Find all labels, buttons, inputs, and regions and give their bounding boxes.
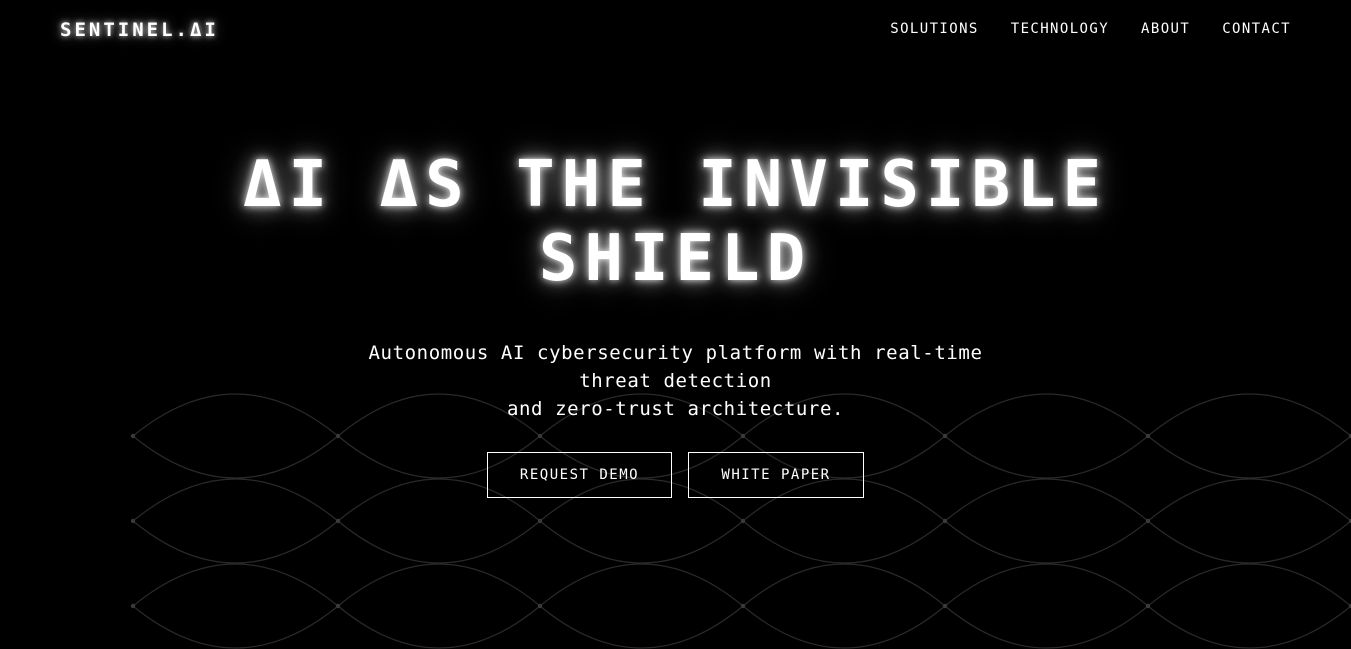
background-wave-pattern [130, 393, 1351, 649]
nav-link-about[interactable]: ABOUT [1141, 21, 1190, 37]
white-paper-button[interactable]: WHITE PAPER [688, 452, 864, 498]
nav-link-solutions[interactable]: SOLUTIONS [890, 21, 978, 37]
request-demo-button[interactable]: REQUEST DEMO [487, 452, 672, 498]
top-navigation: SENTINEL.ΔI SOLUTIONS TECHNOLOGY ABOUT C… [0, 0, 1351, 62]
nav-links: SOLUTIONS TECHNOLOGY ABOUT CONTACT [890, 21, 1291, 37]
nav-link-contact[interactable]: CONTACT [1222, 21, 1291, 37]
nav-link-technology[interactable]: TECHNOLOGY [1011, 21, 1109, 37]
brand-logo[interactable]: SENTINEL.ΔI [60, 19, 219, 41]
hero-headline: ΔI ΔS THE INVISIBLE SHIELD [242, 148, 1109, 296]
hero-section: ΔI ΔS THE INVISIBLE SHIELD Autonomous AI… [0, 148, 1351, 420]
hero-subtitle: Autonomous AI cybersecurity platform wit… [368, 342, 983, 420]
